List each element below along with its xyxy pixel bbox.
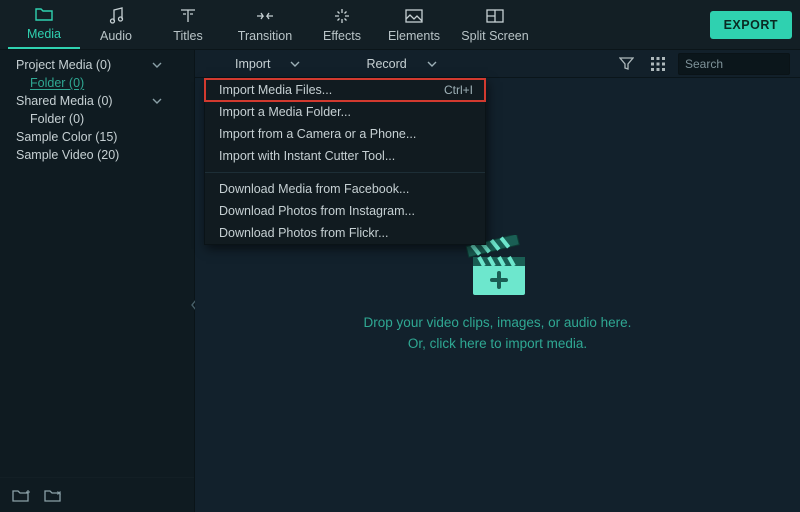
folder-icon [8,3,80,25]
record-label: Record [366,57,406,71]
tab-transition[interactable]: Transition [224,5,306,49]
tab-label: Split Screen [450,29,540,43]
text-icon [152,5,224,27]
menu-item-import-media-files[interactable]: Import Media Files... Ctrl+I [205,79,485,101]
delete-folder-button[interactable] [44,486,62,504]
music-note-icon [80,5,152,27]
menu-item-label: Import with Instant Cutter Tool... [219,149,395,163]
sidebar-item-shared-media[interactable]: Shared Media (0) [0,92,194,110]
top-tab-bar: Media Audio Titles Transition Effects El… [0,0,800,50]
chevron-down-icon [427,59,437,69]
dropzone-line2: Or, click here to import media. [364,334,632,355]
menu-item-label: Import a Media Folder... [219,105,351,119]
media-sidebar: Project Media (0) Folder (0) Shared Medi… [0,50,195,512]
search-input[interactable] [685,57,800,71]
chevron-down-icon [290,59,300,69]
tab-label: Audio [80,29,152,43]
menu-item-label: Download Photos from Flickr... [219,226,389,240]
menu-item-download-flickr[interactable]: Download Photos from Flickr... [205,222,485,244]
tab-effects[interactable]: Effects [306,5,378,49]
sidebar-item-sample-color[interactable]: Sample Color (15) [0,128,194,146]
menu-item-label: Import Media Files... [219,83,332,97]
menu-item-download-instagram[interactable]: Download Photos from Instagram... [205,200,485,222]
sidebar-item-project-media[interactable]: Project Media (0) [0,56,194,74]
filter-icon[interactable] [614,52,638,76]
search-box[interactable] [678,53,790,75]
tab-label: Titles [152,29,224,43]
sidebar-item-folder[interactable]: Folder (0) [0,74,194,92]
new-folder-button[interactable] [12,486,30,504]
tab-label: Media [8,27,80,41]
sidebar-item-sample-video[interactable]: Sample Video (20) [0,146,194,164]
record-dropdown[interactable]: Record [356,57,446,71]
image-icon [378,5,450,27]
import-menu: Import Media Files... Ctrl+I Import a Me… [204,78,486,245]
tab-elements[interactable]: Elements [378,5,450,49]
dropzone-line1: Drop your video clips, images, or audio … [364,313,632,334]
menu-separator [205,172,485,173]
import-dropdown[interactable]: Import [225,57,310,71]
menu-item-import-camera-phone[interactable]: Import from a Camera or a Phone... [205,123,485,145]
chevron-down-icon[interactable] [150,58,164,72]
menu-item-import-media-folder[interactable]: Import a Media Folder... [205,101,485,123]
grid-view-icon[interactable] [646,52,670,76]
export-button[interactable]: EXPORT [710,11,792,39]
media-toolbar: Import Record [195,50,800,78]
menu-item-instant-cutter[interactable]: Import with Instant Cutter Tool... [205,145,485,167]
sidebar-item-folder[interactable]: Folder (0) [0,110,194,128]
tab-label: Elements [378,29,450,43]
menu-item-download-facebook[interactable]: Download Media from Facebook... [205,178,485,200]
tab-label: Effects [306,29,378,43]
sidebar-item-label: Sample Color (15) [16,130,186,144]
sidebar-item-label: Folder (0) [30,76,186,90]
menu-item-label: Import from a Camera or a Phone... [219,127,416,141]
sidebar-item-label: Sample Video (20) [16,148,186,162]
tab-audio[interactable]: Audio [80,5,152,49]
chevron-down-icon[interactable] [150,94,164,108]
tab-split-screen[interactable]: Split Screen [450,5,540,49]
menu-item-label: Download Media from Facebook... [219,182,409,196]
sparkle-icon [306,5,378,27]
dropzone-text: Drop your video clips, images, or audio … [364,313,632,355]
split-screen-icon [450,5,540,27]
tab-media[interactable]: Media [8,3,80,49]
tab-label: Transition [224,29,306,43]
transition-icon [224,5,306,27]
sidebar-item-label: Folder (0) [30,112,186,126]
tab-titles[interactable]: Titles [152,5,224,49]
menu-item-shortcut: Ctrl+I [444,83,473,97]
import-label: Import [235,57,270,71]
menu-item-label: Download Photos from Instagram... [219,204,415,218]
